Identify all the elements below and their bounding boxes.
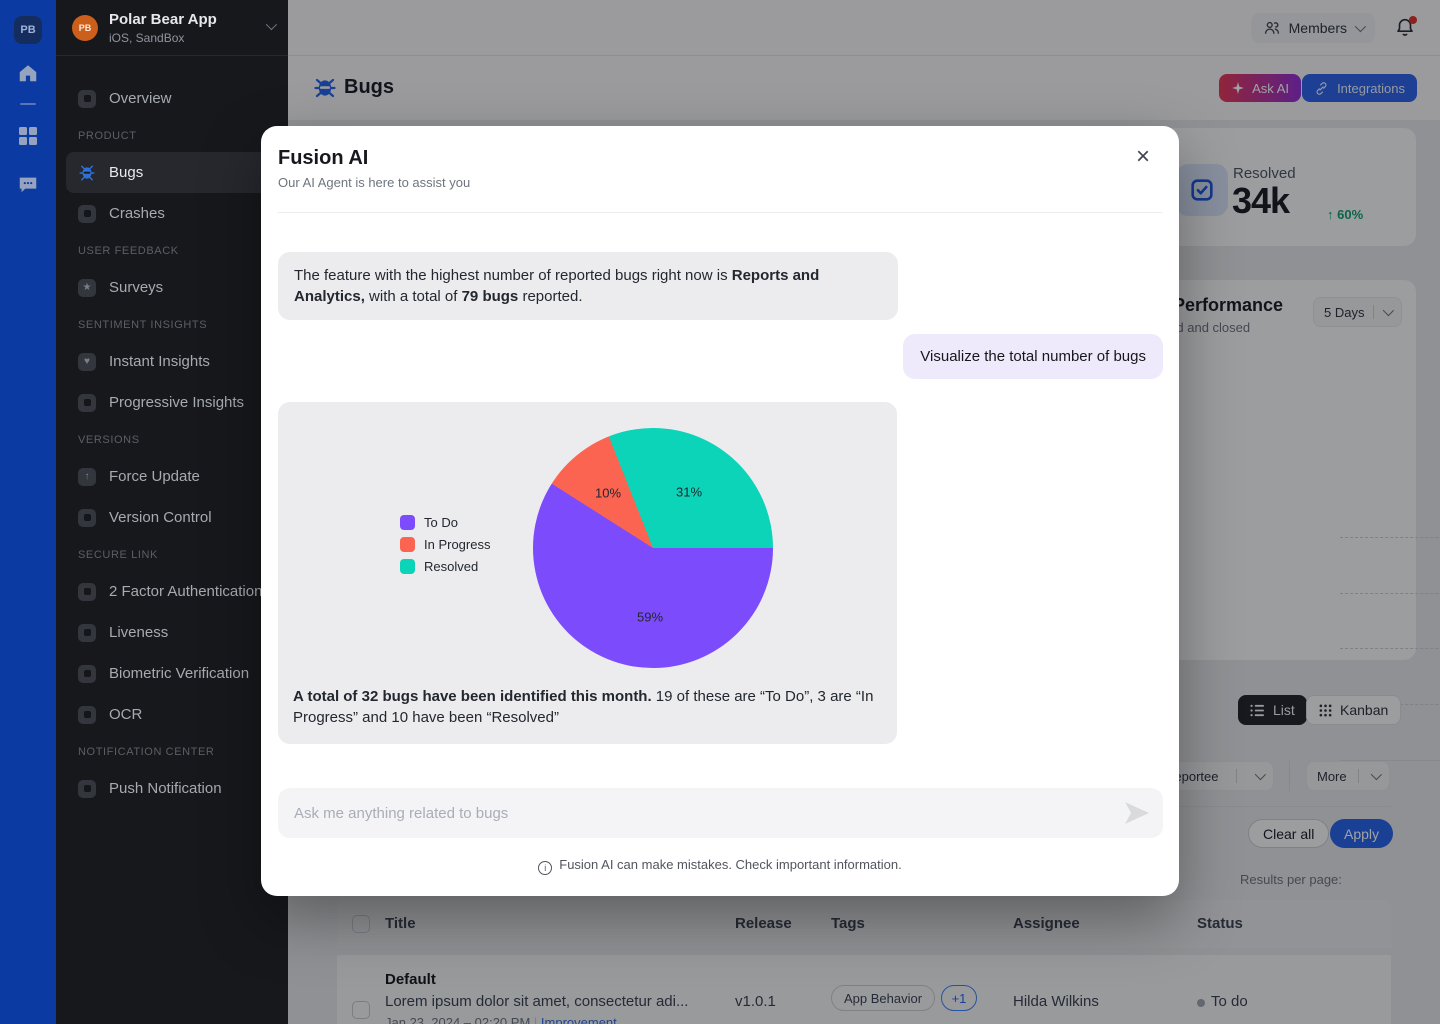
- chat-input-wrap: [278, 788, 1163, 838]
- sidebar-section-product: PRODUCT: [78, 130, 137, 142]
- shield-lock-icon: [78, 582, 96, 601]
- workspace-avatar: PB: [72, 15, 98, 41]
- legend-to-do: To Do: [400, 511, 490, 533]
- modal-divider: [278, 212, 1162, 213]
- sidebar-section-versions: VERSIONS: [78, 434, 140, 446]
- nav-rail: PB: [0, 0, 56, 1024]
- sidebar-item-overview[interactable]: Overview: [66, 78, 278, 119]
- workspace-platform: iOS, SandBox: [109, 31, 185, 45]
- sidebar-section-user-feedback: USER FEEDBACK: [78, 245, 179, 257]
- sidebar-item-force-update[interactable]: ↑ Force Update: [66, 456, 278, 497]
- fingerprint-icon: [78, 664, 96, 683]
- fusion-ai-modal: Fusion AI Our AI Agent is here to assist…: [261, 126, 1179, 896]
- modal-subtitle: Our AI Agent is here to assist you: [278, 175, 471, 190]
- bell-icon: [78, 779, 96, 798]
- user-message-bubble: Visualize the total number of bugs: [903, 334, 1163, 379]
- star-icon: ★: [78, 278, 96, 297]
- chat-icon[interactable]: [0, 173, 56, 195]
- send-icon[interactable]: [1123, 800, 1151, 826]
- ai-message-bubble: The feature with the highest number of r…: [278, 252, 898, 320]
- link-icon: [78, 393, 96, 412]
- sidebar-item-instant-insights[interactable]: ♥ Instant Insights: [66, 341, 278, 382]
- box-icon: [78, 508, 96, 527]
- sidebar-item-liveness[interactable]: Liveness: [66, 612, 278, 653]
- info-icon: i: [538, 861, 553, 875]
- sidebar-item-2fa[interactable]: 2 Factor Authentication: [66, 571, 278, 612]
- sidebar-item-bugs[interactable]: Bugs: [66, 152, 278, 193]
- sidebar-section-notification: NOTIFICATION CENTER: [78, 746, 215, 758]
- crashes-icon: [78, 204, 96, 223]
- modal-disclaimer: i Fusion AI can make mistakes. Check impo…: [261, 857, 1179, 875]
- sidebar-item-push-notification[interactable]: Push Notification: [66, 768, 278, 809]
- arrow-up-icon: ↑: [78, 467, 96, 486]
- pie-label-resolved: 31%: [675, 484, 703, 500]
- sidebar: PB Polar Bear App iOS, SandBox Overview …: [56, 0, 288, 1024]
- sidebar-item-progressive-insights[interactable]: Progressive Insights: [66, 382, 278, 423]
- workspace-switcher[interactable]: PB Polar Bear App iOS, SandBox: [56, 0, 288, 56]
- sidebar-section-sentiment: SENTIMENT INSIGHTS: [78, 319, 208, 331]
- sidebar-item-version-control[interactable]: Version Control: [66, 497, 278, 538]
- chat-input[interactable]: [294, 788, 1114, 838]
- modal-title: Fusion AI: [278, 147, 369, 169]
- home-icon[interactable]: [0, 62, 56, 84]
- pie-label-in-progress: 10%: [594, 485, 622, 501]
- legend-in-progress: In Progress: [400, 533, 490, 555]
- pie-legend: To Do In Progress Resolved: [400, 511, 490, 577]
- pie-chart: [533, 428, 773, 668]
- close-icon[interactable]: ×: [1128, 142, 1158, 172]
- chart-summary: A total of 32 bugs have been identified …: [293, 688, 874, 726]
- overview-icon: [78, 89, 96, 108]
- pie-chart-card: To Do In Progress Resolved 10% 31% 59% A…: [278, 402, 897, 744]
- rail-divider: [20, 103, 36, 105]
- sidebar-item-biometric[interactable]: Biometric Verification: [66, 653, 278, 694]
- bug-icon: [78, 164, 96, 182]
- pie-label-to-do: 59%: [636, 609, 664, 625]
- apps-grid-icon[interactable]: [0, 126, 56, 146]
- sidebar-item-ocr[interactable]: OCR: [66, 694, 278, 735]
- id-scan-icon: [78, 705, 96, 724]
- heart-icon: ♥: [78, 352, 96, 371]
- workspace-logo[interactable]: PB: [14, 16, 42, 44]
- sidebar-section-secure-link: SECURE LINK: [78, 549, 158, 561]
- sidebar-nav: Overview PRODUCT Bugs Crashes USER FEEDB…: [56, 56, 288, 809]
- legend-resolved: Resolved: [400, 555, 490, 577]
- sidebar-item-surveys[interactable]: ★ Surveys: [66, 267, 278, 308]
- workspace-name: Polar Bear App: [109, 11, 217, 28]
- app-root: PB PB Polar Bear App iOS, SandBox Overvi…: [0, 0, 1440, 1024]
- sidebar-item-crashes[interactable]: Crashes: [66, 193, 278, 234]
- face-scan-icon: [78, 623, 96, 642]
- chevron-down-icon: [265, 18, 278, 31]
